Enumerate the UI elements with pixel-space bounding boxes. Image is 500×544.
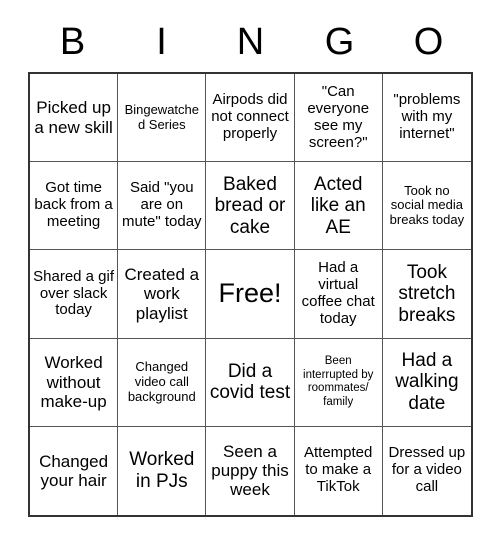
bingo-header-letter-g: G [324,21,355,63]
bingo-square-label: Did a covid test [209,360,291,404]
bingo-square[interactable]: Seen a puppy this week [206,426,295,515]
bingo-header-letter-b: B [59,21,86,63]
bingo-square-label: Acted like an AE [310,173,366,238]
bingo-square-label: Seen a puppy this week [211,442,289,500]
bingo-square-label: Changed your hair [39,451,109,490]
bingo-square-label: Shared a gif over slack today [33,267,115,319]
bingo-square[interactable]: Said "you are on mute" today [118,162,207,251]
bingo-square-label: "problems with my internet" [393,91,461,143]
bingo-square[interactable]: Attempted to make a TikTok [294,426,383,515]
bingo-square[interactable]: Bingewatched Series [118,74,207,163]
bingo-grid: Picked up a new skill Bingewatched Serie… [28,72,473,517]
bingo-square[interactable]: Took no social media breaks today [382,162,471,251]
bingo-free-label: Free! [218,278,282,309]
bingo-header-letter-n: N [236,21,265,63]
bingo-square-label: Airpods did not connect properly [211,91,289,143]
bingo-square[interactable]: Airpods did not connect properly [206,74,295,163]
bingo-square[interactable]: Had a walking date [382,338,471,427]
bingo-header-letter-i: I [156,21,167,63]
bingo-header-letter-o: O [413,21,444,63]
bingo-square[interactable]: Been interrupted by roommates/ family [294,338,383,427]
bingo-square[interactable]: Did a covid test [206,338,295,427]
bingo-square[interactable]: "problems with my internet" [382,74,471,163]
bingo-square-label: Had a virtual coffee chat today [301,259,375,327]
bingo-square[interactable]: Created a work playlist [118,250,207,339]
bingo-square[interactable]: Got time back from a meeting [30,162,119,251]
bingo-square-label: Said "you are on mute" today [122,179,202,231]
bingo-square-label: Took stretch breaks [398,261,456,326]
bingo-square[interactable]: "Can everyone see my screen?" [294,74,383,163]
bingo-square-label: Worked in PJs [129,449,195,492]
bingo-square[interactable]: Baked bread or cake [206,162,295,251]
bingo-square[interactable]: Changed video call background [118,338,207,427]
bingo-square-label: Had a walking date [395,349,459,414]
bingo-card: B I N G O Picked up a new skill Bingewat… [0,0,500,544]
bingo-square-label: "Can everyone see my screen?" [307,82,370,151]
bingo-square[interactable]: Took stretch breaks [382,250,471,339]
bingo-square-label: Been interrupted by roommates/ family [303,355,374,408]
bingo-square[interactable]: Dressed up for a video call [382,426,471,515]
bingo-square-label: Bingewatched Series [124,101,200,132]
bingo-square-label: Changed video call background [127,359,196,404]
bingo-square-label: Got time back from a meeting [34,179,113,231]
bingo-header: B I N G O [28,18,473,66]
bingo-square[interactable]: Worked in PJs [118,426,207,515]
bingo-square[interactable]: Had a virtual coffee chat today [294,250,383,339]
bingo-square-label: Picked up a new skill [34,98,113,137]
bingo-square-label: Dressed up for a video call [388,444,466,496]
bingo-square-label: Attempted to make a TikTok [304,444,373,496]
bingo-square-label: Worked without make-up [40,353,107,411]
bingo-square[interactable]: Shared a gif over slack today [30,250,119,339]
bingo-square-label: Created a work playlist [124,265,200,323]
bingo-square[interactable]: Acted like an AE [294,162,383,251]
bingo-square-label: Took no social media breaks today [389,182,465,228]
bingo-square[interactable]: Picked up a new skill [30,74,119,163]
bingo-square[interactable]: Changed your hair [30,426,119,515]
bingo-square-label: Baked bread or cake [214,173,286,238]
bingo-square[interactable]: Worked without make-up [30,338,119,427]
bingo-square-free[interactable]: Free! [206,250,295,339]
